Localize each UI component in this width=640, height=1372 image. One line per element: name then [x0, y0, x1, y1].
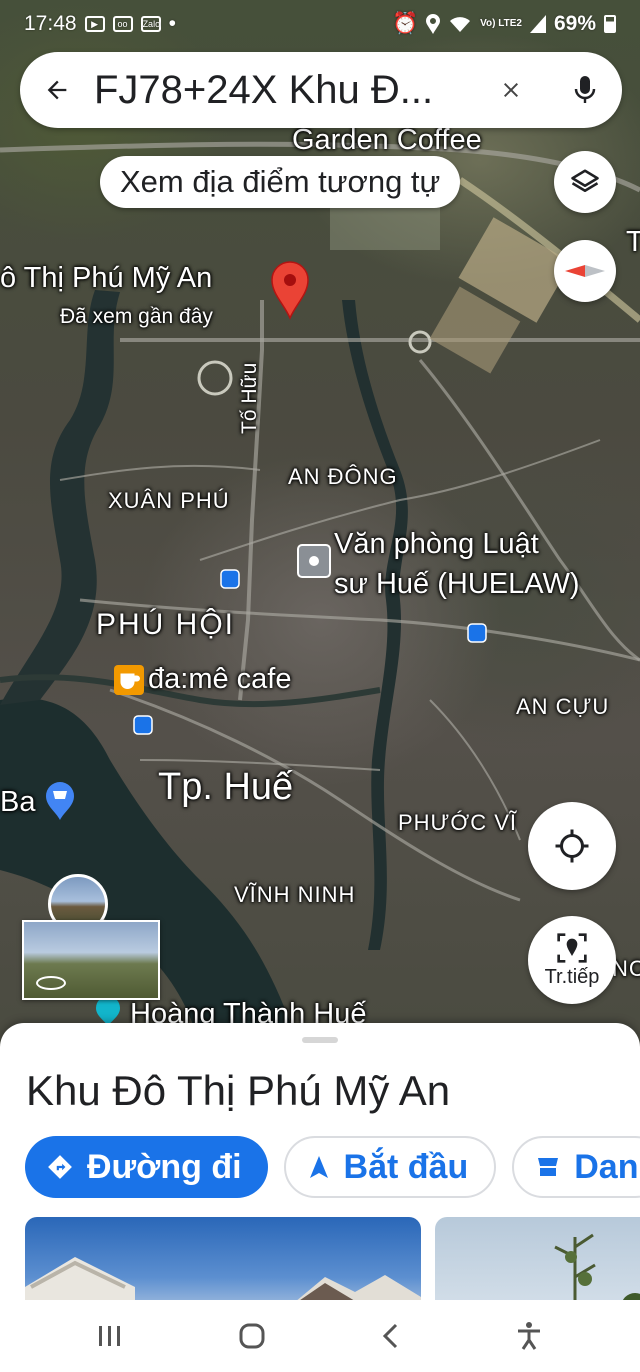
poi-label-cafe[interactable]: đa:mê cafe — [148, 663, 291, 696]
my-location-button[interactable] — [528, 802, 616, 890]
action-chips: Đường đi Bắt đầu Dan — [25, 1136, 640, 1198]
close-icon — [504, 83, 518, 97]
recent-apps-icon[interactable] — [97, 1324, 123, 1348]
live-view-label: Tr.tiếp — [544, 965, 600, 988]
search-input[interactable]: FJ78+24X Khu Đ... — [94, 68, 474, 113]
navigation-icon — [309, 1156, 328, 1178]
poi-label-law-office-line2[interactable]: sư Huế (HUELAW) — [334, 568, 580, 601]
signal-icon — [529, 15, 546, 33]
compass-icon — [565, 265, 605, 277]
clock: 17:48 — [24, 12, 77, 35]
district-label-phu-hoi: PHÚ HỘI — [96, 608, 236, 641]
recently-viewed-label: Đã xem gần đây — [60, 305, 213, 328]
compass-button[interactable] — [554, 240, 616, 302]
save-label: Dan — [574, 1147, 639, 1186]
mic-icon — [574, 76, 596, 103]
river-upper — [0, 290, 120, 705]
district-label-an-cuu: AN CỰU — [516, 694, 610, 719]
my-location-icon — [555, 829, 589, 863]
zalo-icon: Zalo — [140, 16, 161, 32]
status-bar: 17:48 ▶ oo Zalo • ⏰ Vo) LTE2 69% — [0, 0, 640, 48]
city-label-hue: Tp. Huế — [158, 766, 294, 808]
directions-icon — [48, 1155, 72, 1179]
back-button[interactable] — [20, 52, 94, 128]
layers-icon — [571, 169, 599, 192]
landmark-poi-icon — [96, 996, 120, 1026]
poi-label-ba[interactable]: Ba — [0, 786, 35, 819]
place-title: Khu Đô Thị Phú Mỹ An — [26, 1067, 451, 1114]
voice-search-button[interactable] — [548, 52, 622, 128]
search-bar[interactable]: FJ78+24X Khu Đ... — [20, 52, 622, 128]
live-view-button[interactable]: Tr.tiếp — [528, 916, 616, 1004]
start-label: Bắt đầu — [343, 1147, 469, 1186]
arrow-left-icon — [47, 80, 67, 100]
back-icon[interactable] — [380, 1322, 400, 1350]
network-type: Vo) LTE2 — [480, 18, 522, 29]
street-label-to-huu: Tố Hữu — [238, 362, 261, 434]
save-button[interactable]: Dan — [512, 1136, 640, 1198]
poi-label-garden-coffee[interactable]: Garden Coffee — [292, 124, 482, 157]
directions-button[interactable]: Đường đi — [25, 1136, 268, 1198]
district-label-xuan-phu: XUÂN PHÚ — [108, 488, 230, 513]
river-ancuu — [342, 300, 408, 950]
voicemail-icon: oo — [112, 16, 133, 32]
youtube-icon: ▶ — [84, 16, 105, 32]
wifi-icon — [450, 17, 471, 32]
district-label-phuoc-vinh: PHƯỚC VĨ — [398, 810, 517, 835]
rotate-360-icon — [36, 976, 66, 990]
dot-icon: • — [168, 12, 176, 35]
district-label-an-dong: AN ĐÔNG — [288, 464, 398, 489]
poi-label-law-office-line1[interactable]: Văn phòng Luật — [334, 528, 539, 561]
directions-label: Đường đi — [87, 1147, 242, 1186]
start-button[interactable]: Bắt đầu — [283, 1136, 497, 1198]
edge-label-t: T — [626, 226, 640, 258]
poi-label-selected-place[interactable]: ô Thị Phú Mỹ An — [0, 262, 212, 295]
edge-label-nc: NC — [612, 956, 640, 981]
district-label-vinh-ninh: VĨNH NINH — [234, 882, 356, 907]
home-icon[interactable] — [238, 1322, 266, 1350]
view-similar-places-chip[interactable]: Xem địa điểm tương tự — [100, 156, 461, 208]
system-nav-bar — [0, 1300, 640, 1372]
clear-button[interactable] — [474, 52, 548, 128]
location-icon — [426, 14, 441, 34]
location-pin — [271, 261, 309, 320]
accessibility-icon[interactable] — [515, 1321, 543, 1351]
layers-button[interactable] — [554, 151, 616, 213]
street-view-thumbnail[interactable] — [22, 920, 160, 1000]
save-icon — [538, 1158, 559, 1176]
battery-icon — [604, 15, 616, 33]
drag-handle[interactable] — [302, 1037, 338, 1043]
alarm-icon: ⏰ — [391, 12, 419, 35]
live-view-icon — [557, 932, 587, 963]
battery-percent: 69% — [553, 12, 596, 35]
